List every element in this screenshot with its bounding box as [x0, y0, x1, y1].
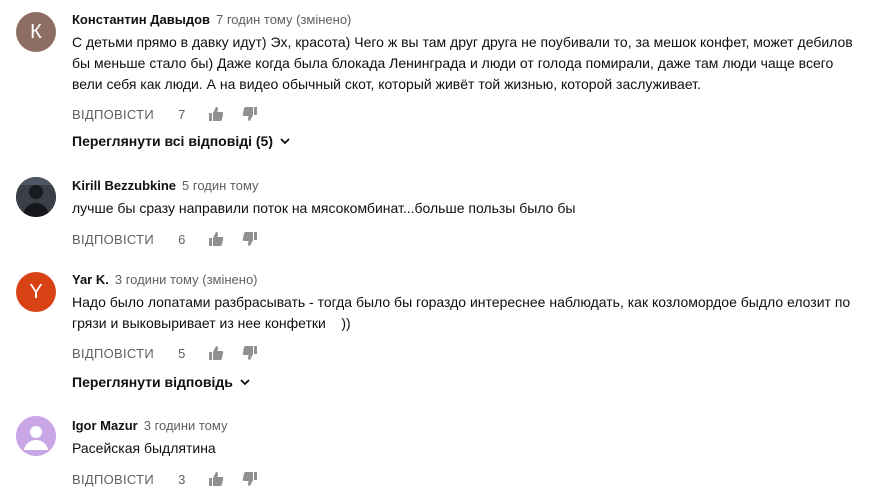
author-name[interactable]: Igor Mazur — [72, 418, 138, 433]
reply-button[interactable]: ВІДПОВІСТИ — [72, 107, 154, 122]
thumbs-up-icon[interactable] — [208, 345, 224, 361]
thumbs-down-icon[interactable] — [242, 471, 258, 487]
comment-actions: ВІДПОВІСТИ 6 — [72, 229, 258, 249]
reply-button[interactable]: ВІДПОВІСТИ — [72, 472, 154, 487]
default-avatar-icon — [16, 416, 56, 456]
comment-text: Надо было лопатами разбрасывать - тогда … — [72, 294, 855, 331]
thumbs-down-icon[interactable] — [242, 106, 258, 122]
reply-button[interactable]: ВІДПОВІСТИ — [72, 232, 154, 247]
author-name[interactable]: Yar K. — [72, 272, 109, 287]
comment-header: Константин Давыдов 7 годин тому (змінено) — [72, 12, 351, 27]
thumbs-down-icon[interactable] — [242, 231, 258, 247]
avatar-letter: К — [30, 20, 42, 43]
view-replies-label: Переглянути всі відповіді (5) — [72, 133, 273, 149]
thumbs-up-icon[interactable] — [208, 471, 224, 487]
comment-header: Yar K. 3 години тому (змінено) — [72, 272, 258, 287]
comment-header: Kirill Bezzubkine 5 годин тому — [72, 178, 259, 193]
chevron-down-icon — [240, 379, 250, 386]
thumbs-up-icon[interactable] — [208, 231, 224, 247]
avatar[interactable]: Y — [16, 272, 56, 312]
like-count: 7 — [178, 106, 186, 122]
like-count: 6 — [178, 231, 186, 247]
thumbs-down-icon[interactable] — [242, 345, 258, 361]
author-name[interactable]: Константин Давыдов — [72, 12, 210, 27]
view-replies-button[interactable]: Переглянути всі відповіді (5) — [72, 133, 291, 149]
comment-timestamp[interactable]: 7 годин тому (змінено) — [216, 12, 351, 27]
like-count: 3 — [178, 471, 186, 487]
comment-text: С детьми прямо в давку идут) Эх, красота… — [72, 34, 853, 92]
avatar[interactable]: К — [16, 12, 56, 52]
avatar[interactable] — [16, 416, 56, 456]
thumbs-up-icon[interactable] — [208, 106, 224, 122]
comment-text: лучше бы сразу направили поток на мясоко… — [72, 200, 576, 216]
reply-button[interactable]: ВІДПОВІСТИ — [72, 346, 154, 361]
author-name[interactable]: Kirill Bezzubkine — [72, 178, 176, 193]
comment-header: Igor Mazur 3 години тому — [72, 418, 228, 433]
avatar-letter: Y — [29, 280, 43, 303]
comment-actions: ВІДПОВІСТИ 7 — [72, 104, 258, 124]
chevron-down-icon — [280, 138, 290, 145]
comment-actions: ВІДПОВІСТИ 5 — [72, 343, 258, 363]
comment-text: Расейская быдлятина — [72, 440, 216, 456]
avatar[interactable] — [16, 177, 56, 217]
view-replies-label: Переглянути відповідь — [72, 374, 233, 390]
comment-timestamp[interactable]: 3 години тому (змінено) — [115, 272, 258, 287]
view-replies-button[interactable]: Переглянути відповідь — [72, 374, 251, 390]
comment-timestamp[interactable]: 5 годин тому — [182, 178, 259, 193]
comment-actions: ВІДПОВІСТИ 3 — [72, 469, 258, 489]
like-count: 5 — [178, 345, 186, 361]
avatar-photo — [16, 177, 56, 217]
comment-timestamp[interactable]: 3 години тому — [144, 418, 228, 433]
